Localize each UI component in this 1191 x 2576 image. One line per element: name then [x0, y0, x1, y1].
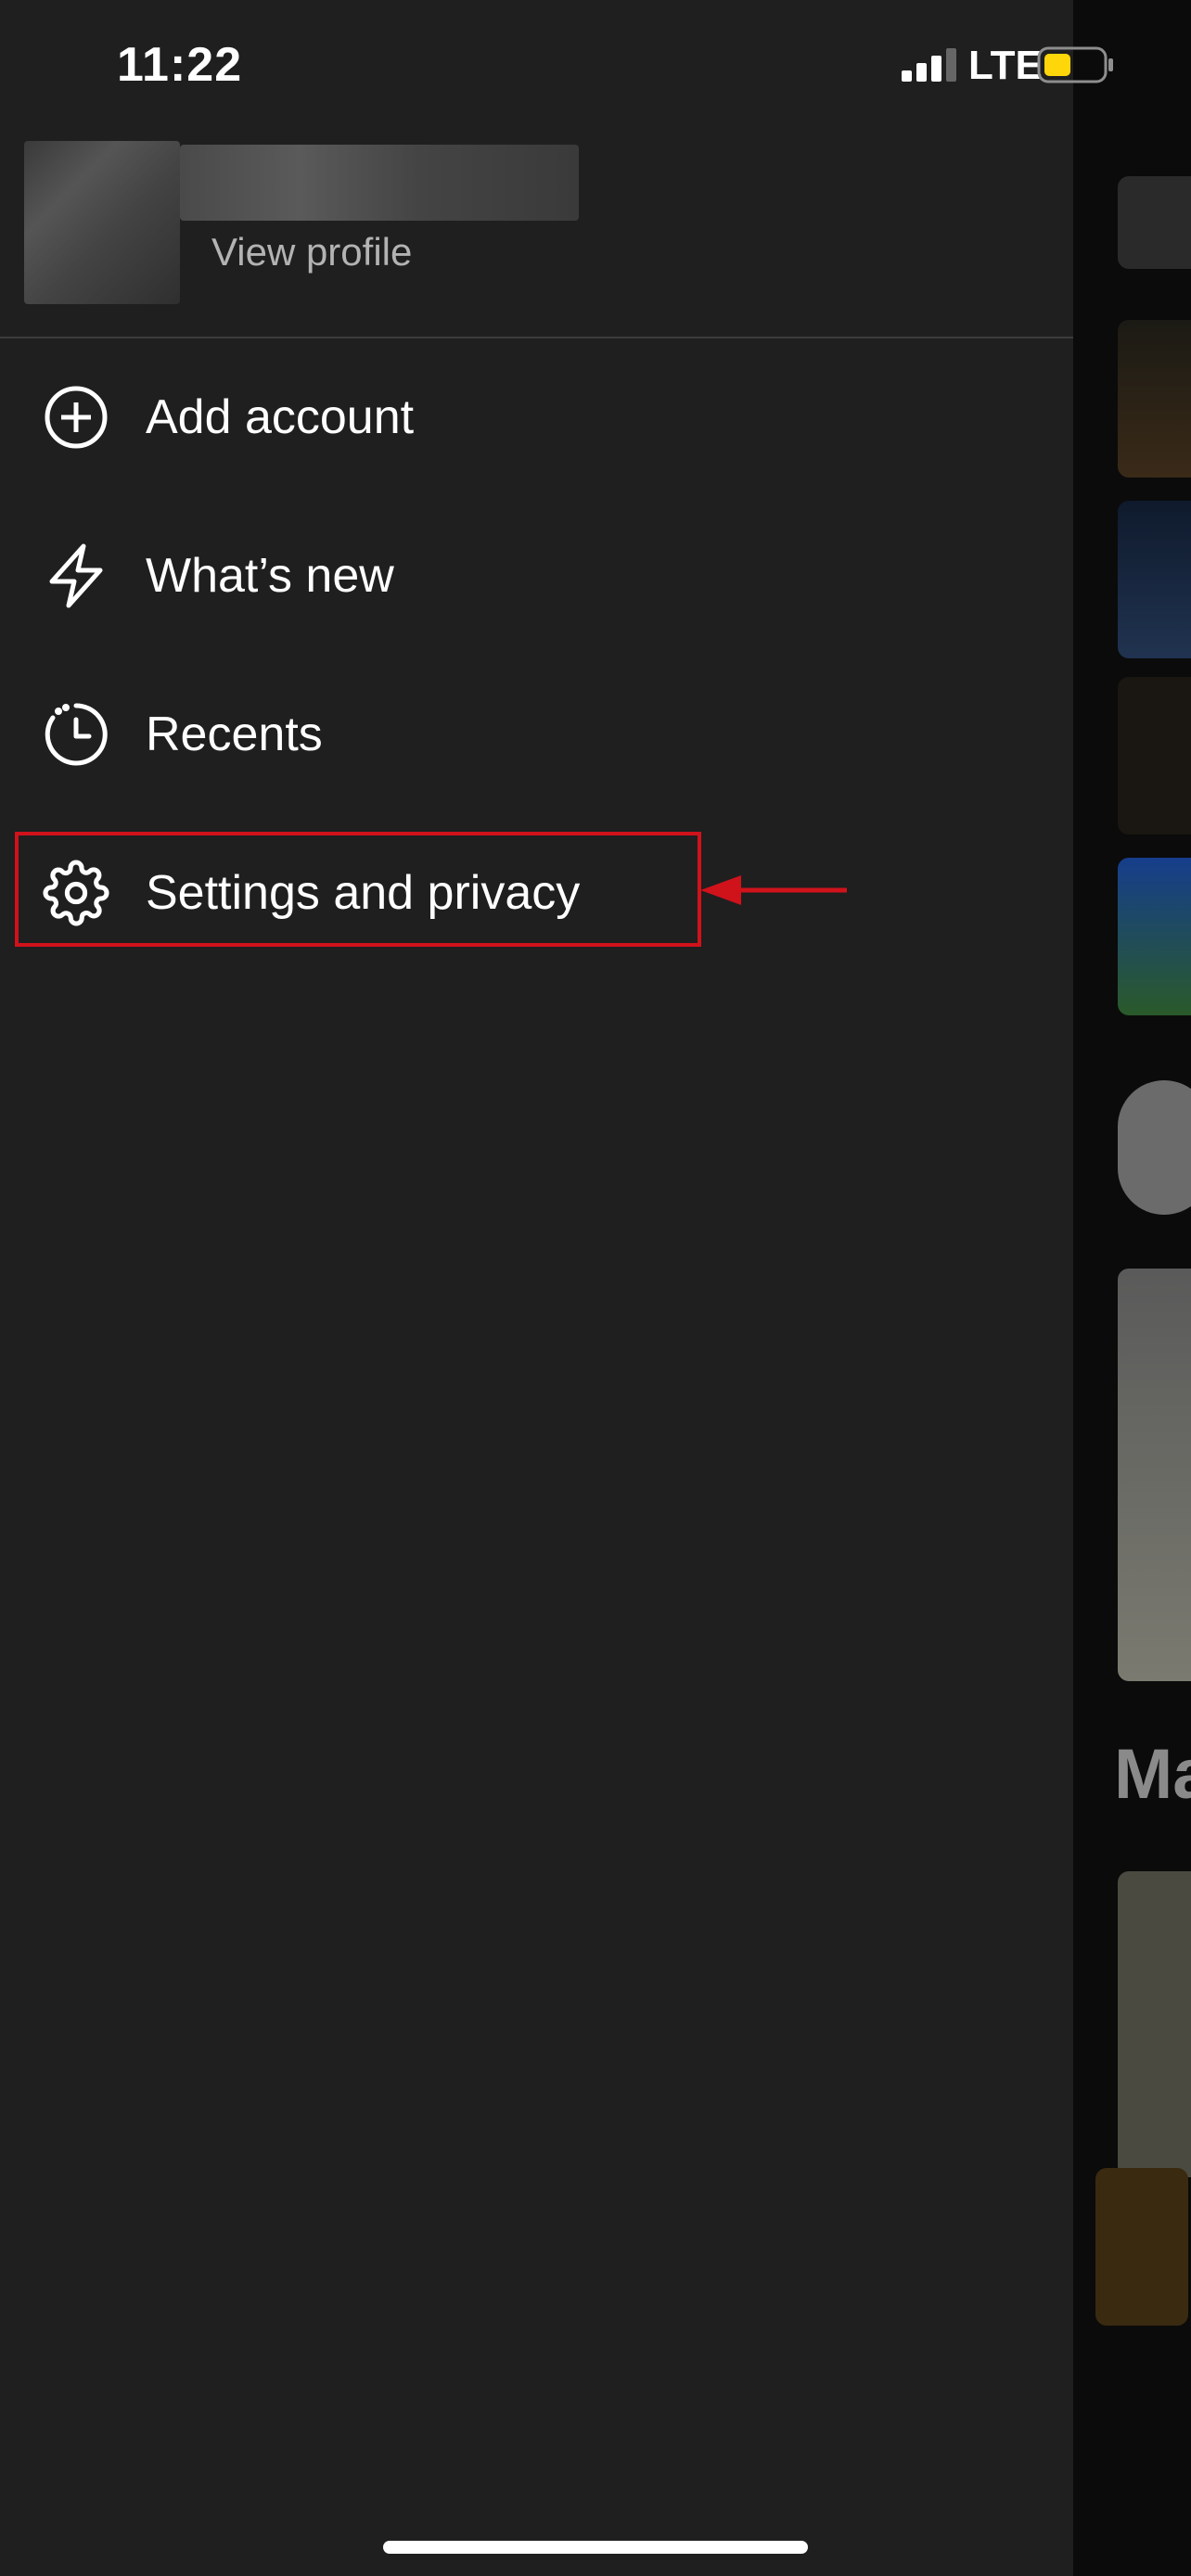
- highlight-box: [15, 832, 701, 947]
- peek-thumbnail: [1118, 677, 1191, 835]
- peek-thumbnail: [1118, 1871, 1191, 2177]
- peek-thumbnail: [1118, 501, 1191, 658]
- section-title-fragment: Ma: [1114, 1735, 1191, 1814]
- menu-item-label: Recents: [146, 708, 323, 761]
- signal-strength-icon: [902, 48, 959, 85]
- view-profile-link[interactable]: View profile: [211, 230, 412, 274]
- divider: [0, 337, 1073, 338]
- menu-item-whats-new[interactable]: What’s new: [0, 511, 1073, 641]
- menu-item-recents[interactable]: Recents: [0, 670, 1073, 799]
- status-bar: 11:22 LTE: [0, 0, 1191, 139]
- battery-icon: [1037, 46, 1115, 87]
- mini-player-thumbnail: [1095, 2168, 1188, 2326]
- home-indicator[interactable]: [383, 2541, 808, 2554]
- peek-thumbnail: [1118, 320, 1191, 478]
- peek-thumbnail: [1118, 176, 1191, 269]
- peek-thumbnail: [1118, 1269, 1191, 1681]
- network-type: LTE: [968, 43, 1043, 88]
- peek-thumbnail: [1118, 858, 1191, 1015]
- annotation-arrow-icon: [700, 872, 849, 912]
- status-time: 11:22: [117, 38, 243, 92]
- menu-item-label: Add account: [146, 390, 415, 444]
- plus-circle-icon: [43, 384, 109, 451]
- background-main-screen[interactable]: Ma: [1073, 0, 1191, 2576]
- side-drawer: View profile Add account What’s new Rece…: [0, 0, 1073, 2576]
- username-redacted: [180, 145, 579, 221]
- lightning-icon: [43, 542, 109, 609]
- menu-item-label: What’s new: [146, 549, 394, 603]
- clock-history-icon: [43, 701, 109, 768]
- peek-thumbnail: [1118, 1080, 1191, 1215]
- menu-item-add-account[interactable]: Add account: [0, 352, 1073, 482]
- avatar[interactable]: [24, 141, 180, 304]
- profile-header[interactable]: View profile: [0, 130, 1073, 338]
